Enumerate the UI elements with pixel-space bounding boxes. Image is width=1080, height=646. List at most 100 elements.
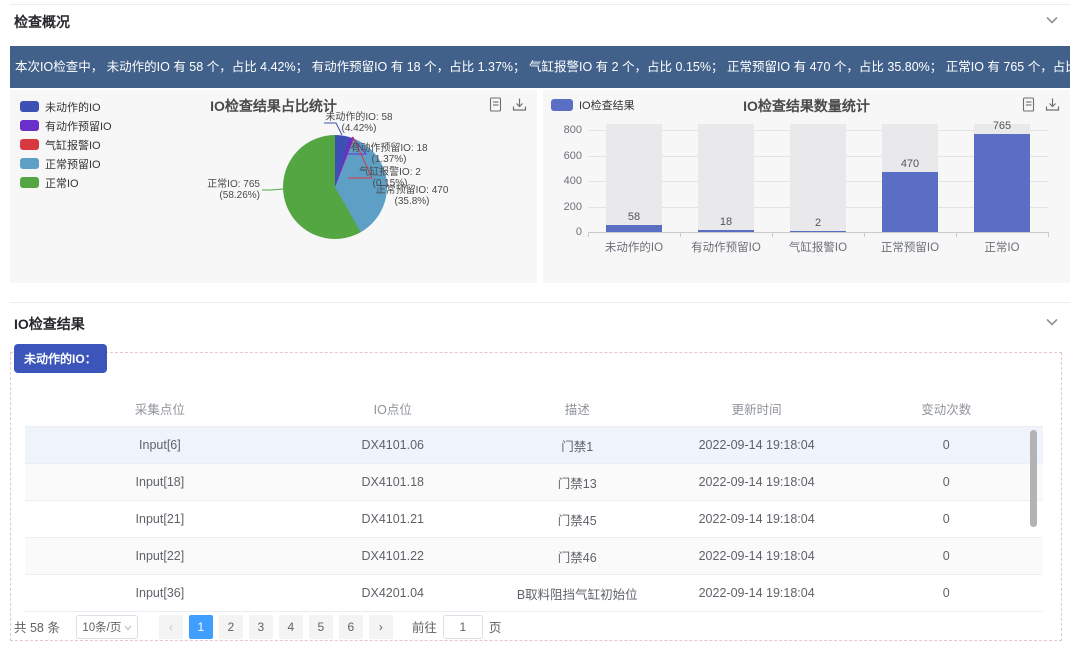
table-row[interactable]: Input[18]DX4101.18门禁132022-09-14 19:18:0… [25,464,1043,501]
table-cell: 2022-09-14 19:18:04 [664,475,850,489]
summary-banner-text: 本次IO检查中， 未动作的IO 有 58 个，占比 4.42%； 有动作预留IO… [15,60,1070,74]
legend-item-2[interactable]: 有动作预留IO [20,116,112,135]
bar-value-label: 765 [974,120,1030,132]
legend-label: 正常IO [45,175,79,191]
page-button-4[interactable]: 4 [279,615,303,639]
divider [10,302,1070,303]
x-category-label: 正常预留IO [864,239,956,255]
table-cell: DX4101.22 [295,549,491,563]
prev-page-button[interactable]: ‹ [159,615,183,639]
y-tick-label: 400 [552,175,582,187]
legend-item-4[interactable]: 正常预留IO [20,154,112,173]
pie-label-1: 未动作的IO: 58(4.42%) [320,112,398,134]
bar-chart-panel: IO检查结果 IO检查结果数量统计 020040060080058未动作的IO1… [543,90,1070,283]
x-axis-tick [956,232,957,237]
legend-item-5[interactable]: 正常IO [20,173,112,192]
goto-label: 前往 [412,617,437,636]
x-category-label: 有动作预留IO [680,239,772,255]
x-axis-tick [588,232,589,237]
table-cell: DX4101.21 [295,512,491,526]
column-header-5: 变动次数 [850,399,1043,418]
download-icon[interactable] [512,97,527,112]
bar-value-label: 18 [698,216,754,228]
column-header-3: 描述 [491,399,664,418]
table-cell: Input[36] [25,586,295,600]
bar-chart[interactable]: 020040060080058未动作的IO18有动作预留IO2气缸报警IO470… [543,90,1070,283]
bar-有动作预留IO[interactable] [698,230,754,232]
data-view-icon[interactable] [488,97,503,112]
pie-chart-title: IO检查结果占比统计 [10,96,537,116]
overview-section-title: 检查概况 [14,12,70,32]
y-tick-label: 600 [552,150,582,162]
table-row[interactable]: Input[6]DX4101.06门禁12022-09-14 19:18:040 [25,427,1043,464]
table-cell: 2022-09-14 19:18:04 [664,512,850,526]
legend-swatch [20,139,39,150]
legend-item-3[interactable]: 气缸报警IO [20,135,112,154]
result-section-title: IO检查结果 [14,314,85,334]
x-category-label: 未动作的IO [588,239,680,255]
table-cell: 0 [850,549,1043,563]
chevron-down-icon[interactable] [1046,16,1058,24]
legend-swatch [20,177,39,188]
page-size-select[interactable]: 10条/页 [76,615,138,639]
table-cell: 2022-09-14 19:18:04 [664,438,850,452]
charts-row: 未动作的IO有动作预留IO气缸报警IO正常预留IO正常IO IO检查结果占比统计 [10,90,1070,283]
pie-toolbox [488,97,527,112]
result-collapse-header[interactable]: IO检查结果 [0,306,1080,336]
chevron-down-icon [124,625,132,631]
page-button-1[interactable]: 1 [189,615,213,639]
inactive-io-filter-button[interactable]: 未动作的IO： [14,344,107,373]
next-page-button[interactable]: › [369,615,393,639]
io-result-table: 采集点位IO点位描述更新时间变动次数 Input[6]DX4101.06门禁12… [25,390,1043,612]
page-button-6[interactable]: 6 [339,615,363,639]
x-category-label: 气缸报警IO [772,239,864,255]
table-cell: DX4101.18 [295,475,491,489]
table-cell: Input[22] [25,549,295,563]
goto-page-input[interactable] [443,615,483,639]
table-cell: 0 [850,512,1043,526]
table-cell: 门禁45 [491,510,664,529]
pagination-total: 共 58 条 [14,617,60,636]
table-cell: B取料阻挡气缸初始位 [491,584,664,603]
overview-collapse-header[interactable]: 检查概况 [0,4,1080,34]
x-axis-tick [772,232,773,237]
bar-气缸报警IO[interactable] [790,231,846,233]
goto-suffix: 页 [489,617,502,636]
table-cell: 2022-09-14 19:18:04 [664,586,850,600]
table-row[interactable]: Input[21]DX4101.21门禁452022-09-14 19:18:0… [25,501,1043,538]
table-scrollbar[interactable] [1030,430,1037,527]
column-header-1: 采集点位 [25,399,295,418]
io-inspection-page: 检查概况 本次IO检查中， 未动作的IO 有 58 个，占比 4.42%； 有动… [0,0,1080,646]
chevron-down-icon[interactable] [1046,318,1058,326]
bar-value-label: 2 [790,217,846,229]
bar-正常预留IO[interactable] [882,172,938,232]
legend-swatch [20,120,39,131]
page-button-3[interactable]: 3 [249,615,273,639]
legend-label: 有动作预留IO [45,118,112,134]
bar-未动作的IO[interactable] [606,225,662,232]
bar-value-label: 58 [606,211,662,223]
pie-label-4: 正常预留IO: 470(35.8%) [368,185,456,207]
table-row[interactable]: Input[36]DX4201.04B取料阻挡气缸初始位2022-09-14 1… [25,575,1043,612]
bar-value-label: 470 [882,158,938,170]
table-cell: Input[21] [25,512,295,526]
table-row[interactable]: Input[22]DX4101.22门禁462022-09-14 19:18:0… [25,538,1043,575]
table-cell: 0 [850,438,1043,452]
pie-label-2: 有动作预留IO: 18(1.37%) [344,143,434,165]
table-header-row: 采集点位IO点位描述更新时间变动次数 [25,390,1043,427]
column-header-2: IO点位 [295,399,491,418]
legend-label: 正常预留IO [45,156,101,172]
table-cell: 0 [850,586,1043,600]
table-cell: Input[6] [25,438,295,452]
page-number-buttons: 123456 [186,615,366,639]
page-button-5[interactable]: 5 [309,615,333,639]
pagination-bar: 共 58 条 10条/页 ‹ 123456 › 前往 页 [14,612,1054,641]
page-button-2[interactable]: 2 [219,615,243,639]
summary-banner: 本次IO检查中， 未动作的IO 有 58 个，占比 4.42%； 有动作预留IO… [10,46,1070,88]
table-cell: 门禁13 [491,473,664,492]
table-cell: 0 [850,475,1043,489]
bar-正常IO[interactable] [974,134,1030,232]
x-axis-tick [864,232,865,237]
gridline [588,232,1048,233]
x-axis-tick [1048,232,1049,237]
